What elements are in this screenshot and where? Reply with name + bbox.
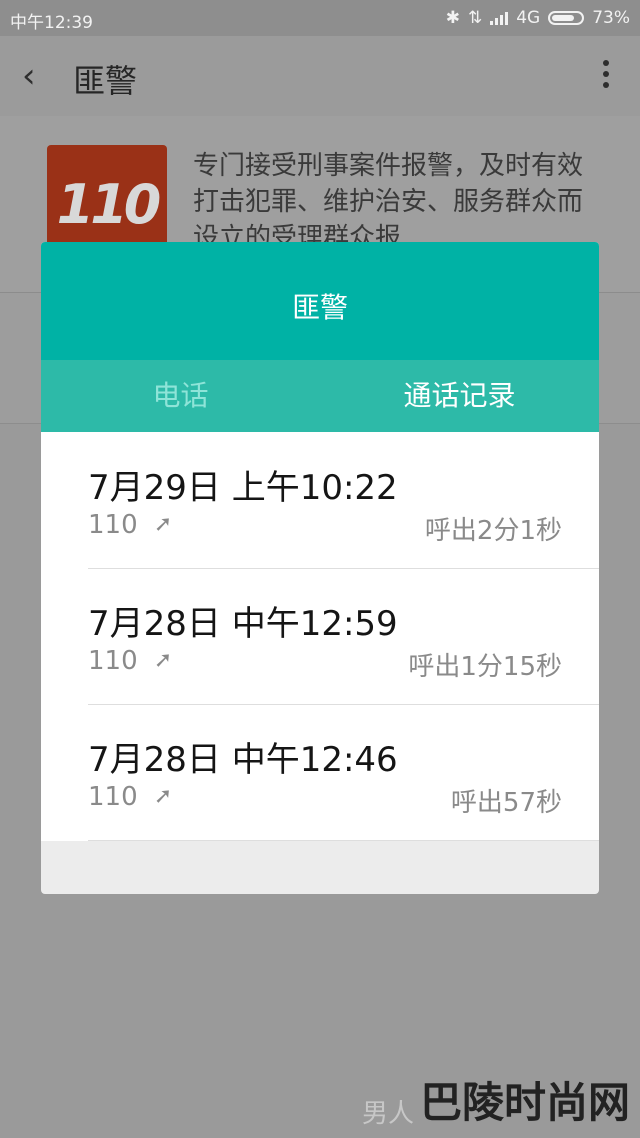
outgoing-arrow-icon: ➚ — [153, 512, 173, 537]
call-log-item[interactable]: 7月28日 中午12:59 110 ➚ 呼出1分15秒 — [41, 568, 599, 704]
watermark-faint-text: 男人 — [361, 1099, 414, 1129]
signal-icon — [490, 11, 509, 25]
battery-percent: 73% — [592, 8, 630, 28]
call-duration: 呼出57秒 — [450, 788, 562, 818]
dialog-tabs: 电话 通话记录 — [41, 360, 599, 432]
data-transfer-icon: ⇅ — [467, 8, 483, 28]
call-time: 7月28日 中午12:59 — [88, 604, 398, 644]
dialog-header: 匪警 — [41, 242, 599, 360]
call-log-list: 7月29日 上午10:22 110 ➚ 呼出2分1秒 7月28日 中午12:59… — [41, 432, 599, 841]
more-vertical-icon[interactable] — [602, 60, 610, 92]
bluetooth-icon: ✱ — [445, 8, 460, 28]
network-type: 4G — [516, 8, 541, 28]
outgoing-arrow-icon: ➚ — [153, 648, 173, 673]
call-number: 110 — [88, 510, 138, 540]
call-number: 110 — [88, 646, 138, 676]
tab-phone[interactable]: 电话 — [41, 360, 320, 432]
page-title: 匪警 — [73, 62, 138, 100]
tab-call-log[interactable]: 通话记录 — [320, 360, 599, 432]
call-number-row: 110 ➚ — [88, 646, 172, 676]
status-time: 中午12:39 — [10, 13, 93, 33]
call-log-item[interactable]: 7月28日 中午12:46 110 ➚ 呼出57秒 — [41, 704, 599, 840]
back-chevron-icon[interactable]: ‹ — [22, 58, 52, 94]
status-icons: ✱ ⇅ 4G 73% — [446, 8, 630, 28]
call-log-item[interactable]: 7月29日 上午10:22 110 ➚ 呼出2分1秒 — [41, 432, 599, 568]
call-time: 7月29日 上午10:22 — [88, 468, 398, 508]
battery-icon — [548, 11, 585, 25]
call-duration: 呼出2分1秒 — [424, 516, 562, 546]
call-time: 7月28日 中午12:46 — [88, 740, 398, 780]
watermark-text: 巴陵时尚网 — [419, 1078, 630, 1127]
call-number: 110 — [88, 782, 138, 812]
call-number-row: 110 ➚ — [88, 510, 172, 540]
call-history-dialog: 匪警 电话 通话记录 7月29日 上午10:22 110 ➚ 呼出2分1秒 7月… — [41, 242, 599, 894]
call-duration: 呼出1分15秒 — [408, 652, 562, 682]
watermark: 男人 巴陵时尚网 — [362, 1069, 630, 1130]
contact-description: 专门接受刑事案件报警，及时有效打击犯罪、维护治安、服务群众而设立的受理群众报 — [193, 151, 584, 244]
status-bar: 中午12:39 ✱ ⇅ 4G 73% — [0, 0, 640, 36]
call-number-row: 110 ➚ — [88, 782, 172, 812]
app-bar: ‹ 匪警 — [0, 36, 640, 116]
dialog-title: 匪警 — [291, 291, 348, 324]
outgoing-arrow-icon: ➚ — [153, 784, 173, 809]
